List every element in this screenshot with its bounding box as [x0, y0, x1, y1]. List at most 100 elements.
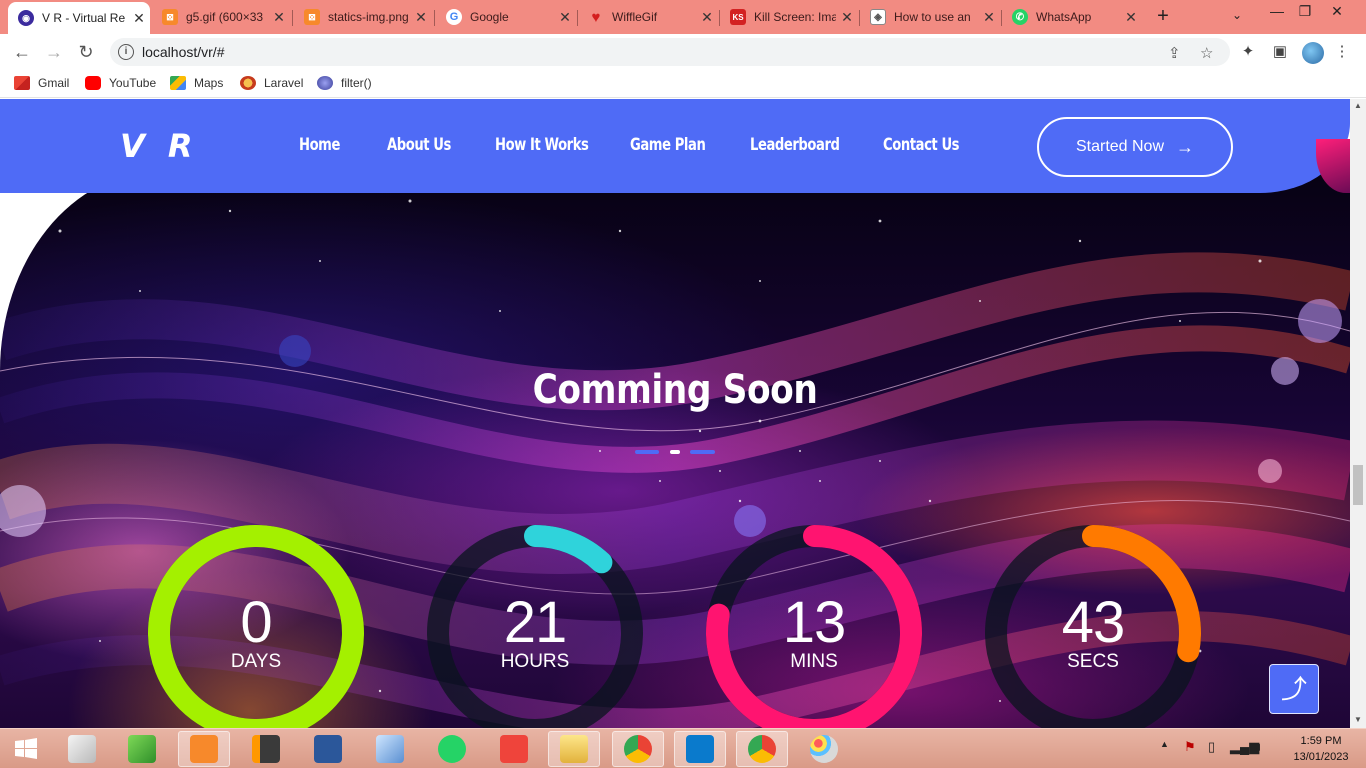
tab-kill-screen[interactable]: KS Kill Screen: Ima ✕ — [720, 0, 858, 34]
close-icon[interactable]: ✕ — [1120, 9, 1142, 26]
page-scrollbar[interactable]: ▲ ▼ — [1350, 99, 1366, 728]
globe-icon — [317, 76, 333, 90]
close-icon[interactable]: ✕ — [128, 10, 150, 27]
more-menu-icon[interactable]: ⋮ — [1332, 42, 1352, 62]
star-icon[interactable]: ☆ — [1200, 44, 1213, 62]
tab-title: Kill Screen: Ima — [754, 10, 836, 24]
profile-avatar[interactable] — [1302, 42, 1324, 64]
nav-how-it-works[interactable]: How It Works — [495, 135, 589, 155]
nav-about-us[interactable]: About Us — [387, 135, 451, 155]
xampp-favicon: ⊠ — [304, 9, 320, 25]
countdown-mins: 13 MINS — [704, 523, 924, 728]
start-button[interactable] — [0, 731, 52, 767]
bookmark-laravel[interactable]: Laravel — [240, 76, 303, 90]
close-icon[interactable]: ✕ — [696, 9, 718, 26]
chrome-icon — [624, 735, 652, 763]
taskbar-paint[interactable] — [798, 731, 850, 767]
taskbar-word[interactable] — [302, 731, 354, 767]
tab-title: WhatsApp — [1036, 10, 1092, 24]
hours-label: HOURS — [500, 651, 570, 672]
scroll-up-arrow[interactable]: ▲ — [1354, 101, 1362, 110]
hero-section: Comming Soon 0 DAYS 21 HOURS 13 MINS 43 … — [0, 171, 1350, 728]
tab-wifflegif[interactable]: ♥ WiffleGif ✕ — [578, 0, 718, 34]
address-bar[interactable]: i localhost/vr/# ⇪ ☆ — [110, 38, 1230, 66]
minimize-button[interactable]: — — [1262, 3, 1292, 25]
info-icon[interactable]: i — [118, 44, 134, 60]
close-icon[interactable]: ✕ — [410, 9, 432, 26]
battery-icon[interactable]: ▯ — [1208, 739, 1215, 755]
tab-g5gif[interactable]: ⊠ g5.gif (600×33 ✕ — [152, 0, 290, 34]
site-favicon: ◉ — [18, 10, 34, 26]
taskbar-chrome[interactable] — [612, 731, 664, 767]
scissors-icon — [68, 735, 96, 763]
secs-label: SECS — [1067, 651, 1119, 672]
taskbar-vscode[interactable] — [674, 731, 726, 767]
url-text[interactable]: localhost/vr/# — [142, 44, 224, 60]
whatsapp-favicon: ✆ — [1012, 9, 1028, 25]
close-icon[interactable]: ✕ — [836, 9, 858, 26]
bookmarks-bar: Gmail YouTube Maps Laravel filter() — [0, 70, 1366, 98]
countdown-days: 0 DAYS — [146, 523, 366, 728]
taskbar-file-explorer[interactable] — [548, 731, 600, 767]
tab-statics-img[interactable]: ⊠ statics-img.png ✕ — [294, 0, 432, 34]
vscode-icon — [686, 735, 714, 763]
restore-button[interactable]: ❐ — [1290, 3, 1320, 25]
diamond-favicon: ◈ — [870, 9, 886, 25]
close-icon[interactable]: ✕ — [554, 9, 576, 26]
taskbar-anydesk[interactable] — [488, 731, 540, 767]
new-tab-button[interactable]: + — [1152, 6, 1174, 28]
ks-favicon: KS — [730, 9, 746, 25]
title-divider-dot — [670, 450, 680, 454]
title-divider-left — [635, 450, 659, 454]
brand-logo[interactable]: V R — [120, 127, 199, 165]
nav-contact-us[interactable]: Contact Us — [883, 135, 960, 155]
tab-title: statics-img.png — [328, 10, 409, 24]
bookmark-label: YouTube — [109, 76, 157, 90]
taskbar-sublime[interactable] — [240, 731, 292, 767]
forward-button[interactable]: → — [42, 40, 66, 64]
scroll-down-arrow[interactable]: ▼ — [1354, 715, 1362, 724]
tab-whatsapp[interactable]: ✆ WhatsApp ✕ — [1002, 0, 1142, 34]
tab-google[interactable]: G Google ✕ — [436, 0, 576, 34]
title-divider-right — [690, 450, 715, 454]
taskbar-whatsapp[interactable] — [426, 731, 478, 767]
close-window-button[interactable]: ✕ — [1322, 3, 1352, 25]
tab-how-to-use[interactable]: ◈ How to use an ✕ — [860, 0, 1000, 34]
taskbar-notepad[interactable] — [116, 731, 168, 767]
taskbar-file-transfer[interactable] — [364, 731, 416, 767]
side-panel-icon[interactable]: ▣ — [1270, 42, 1290, 62]
bookmark-youtube[interactable]: YouTube — [85, 76, 156, 90]
tab-title: V R - Virtual Re — [42, 11, 126, 25]
extensions-icon[interactable]: ✦ — [1238, 42, 1258, 62]
nav-game-plan[interactable]: Game Plan — [630, 135, 706, 155]
share-icon[interactable]: ⇪ — [1168, 44, 1181, 62]
bookmark-gmail[interactable]: Gmail — [14, 76, 69, 90]
cta-label: Started Now — [1075, 138, 1165, 155]
bookmark-maps[interactable]: Maps — [170, 76, 223, 90]
tab-vr[interactable]: ◉ V R - Virtual Re ✕ — [8, 2, 150, 34]
taskbar-snipping-tool[interactable] — [56, 731, 108, 767]
reload-button[interactable]: ↻ — [74, 40, 98, 64]
nav-leaderboard[interactable]: Leaderboard — [750, 135, 840, 155]
scroll-to-top-button[interactable]: ⤴ — [1269, 664, 1319, 714]
chevron-down-icon[interactable]: ⌄ — [1232, 8, 1242, 22]
tab-title: g5.gif (600×33 — [186, 10, 264, 24]
hours-value: 21 — [503, 590, 568, 655]
close-icon[interactable]: ✕ — [978, 9, 1000, 26]
taskbar-chrome-2[interactable] — [736, 731, 788, 767]
system-clock[interactable]: 1:59 PM 13/01/2023 — [1286, 733, 1356, 765]
taskbar-xampp[interactable] — [178, 731, 230, 767]
bookmark-filter[interactable]: filter() — [317, 76, 372, 90]
page-title: Comming Soon — [532, 367, 818, 413]
close-icon[interactable]: ✕ — [268, 9, 290, 26]
network-error-icon[interactable]: ⚑ — [1184, 739, 1196, 755]
tab-title: WiffleGif — [612, 10, 658, 24]
nav-home[interactable]: Home — [299, 135, 340, 155]
scrollbar-thumb[interactable] — [1353, 465, 1363, 505]
volume-icon[interactable]: 🔈︎ — [1256, 739, 1264, 755]
started-now-button[interactable]: Started Now → — [1037, 117, 1233, 177]
signal-icon[interactable]: ▂▄▆ — [1230, 739, 1259, 755]
back-button[interactable]: ← — [10, 40, 34, 64]
whatsapp-icon — [438, 735, 466, 763]
tray-expand-icon[interactable]: ▲ — [1160, 739, 1169, 749]
